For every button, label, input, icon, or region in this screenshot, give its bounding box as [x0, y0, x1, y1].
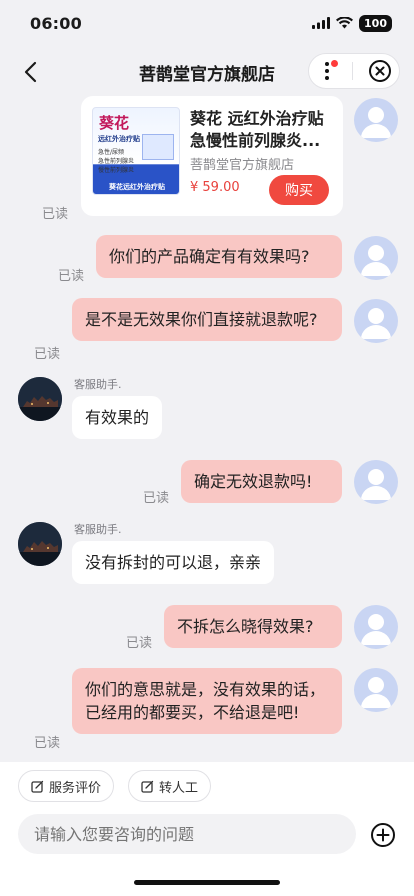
agent-avatar[interactable]	[18, 377, 62, 421]
default-avatar-icon	[361, 245, 391, 276]
default-avatar-icon	[361, 677, 391, 708]
message-input[interactable]	[18, 814, 356, 854]
product-image[interactable]: 葵花 远红外治疗贴 急性/尿频 急性前列腺炎 慢性前列腺炎 葵花远红外治疗贴	[92, 107, 180, 195]
read-receipt: 已读	[58, 269, 85, 284]
message-bubble[interactable]: 你们的产品确定有有效果吗?	[96, 235, 342, 278]
product-card[interactable]: 葵花 远红外治疗贴 急性/尿频 急性前列腺炎 慢性前列腺炎 葵花远红外治疗贴 葵…	[81, 96, 343, 216]
product-title-line1: 葵花 远红外治疗贴	[190, 109, 324, 128]
agent-avatar-image	[18, 377, 62, 421]
user-avatar[interactable]	[354, 236, 398, 280]
default-avatar-icon	[361, 308, 391, 339]
read-receipt: 已读	[34, 347, 61, 362]
message-bubble[interactable]: 是不是无效果你们直接就退款呢?	[72, 298, 342, 341]
product-title-line2: 急慢性前列腺炎...	[190, 131, 321, 150]
agent-name: 客服助手.	[74, 378, 122, 391]
default-avatar-icon	[361, 107, 391, 138]
product-shop-name: 菩鹊堂官方旗舰店	[190, 158, 295, 173]
message-bubble[interactable]: 你们的意思就是，没有效果的话，已经用的都要买，不给退是吧!	[72, 668, 342, 734]
status-icons: 100	[312, 14, 392, 32]
user-avatar[interactable]	[354, 668, 398, 712]
product-image-points: 急性/尿频 急性前列腺炎 慢性前列腺炎	[98, 148, 134, 175]
message-bubble[interactable]: 确定无效退款吗!	[181, 460, 342, 503]
product-image-brand: 葵花	[99, 114, 130, 132]
read-receipt: 已读	[143, 491, 170, 506]
default-avatar-icon	[361, 469, 391, 500]
close-icon[interactable]	[368, 59, 392, 83]
product-image-subtitle: 远红外治疗贴	[98, 135, 140, 143]
battery-indicator: 100	[359, 14, 392, 32]
product-box-graphic	[142, 134, 174, 160]
plus-icon[interactable]	[370, 822, 396, 848]
edit-icon	[31, 780, 44, 793]
agent-avatar[interactable]	[18, 522, 62, 566]
read-receipt: 已读	[126, 636, 153, 651]
back-icon[interactable]	[20, 60, 44, 84]
user-avatar[interactable]	[354, 460, 398, 504]
capsule-divider	[352, 62, 354, 80]
user-avatar[interactable]	[354, 98, 398, 142]
signal-icon	[312, 17, 331, 29]
agent-avatar-image	[18, 522, 62, 566]
product-title: 葵花 远红外治疗贴 急慢性前列腺炎...	[190, 108, 332, 152]
message-bubble[interactable]: 有效果的	[72, 396, 163, 439]
mini-program-capsule	[308, 53, 400, 89]
page-title: 菩鹊堂官方旗舰店	[139, 64, 275, 85]
transfer-human-label: 转人工	[159, 780, 199, 796]
product-image-point: 慢性前列腺炎	[98, 167, 135, 174]
service-rating-label: 服务评价	[49, 780, 102, 796]
buy-button[interactable]: 购买	[269, 175, 329, 205]
status-bar: 06:00 100	[0, 0, 414, 46]
transfer-human-button[interactable]: 转人工	[128, 770, 212, 802]
message-bubble[interactable]: 没有拆封的可以退，亲亲	[72, 541, 275, 584]
default-avatar-icon	[361, 614, 391, 645]
more-button[interactable]	[316, 60, 339, 82]
product-image-point: 急性/尿频	[98, 149, 125, 156]
edit-icon	[141, 780, 154, 793]
service-rating-button[interactable]: 服务评价	[18, 770, 115, 802]
status-time: 06:00	[30, 13, 82, 33]
read-receipt: 已读	[34, 736, 61, 751]
nav-bar: 菩鹊堂官方旗舰店	[0, 46, 414, 98]
agent-name: 客服助手.	[74, 523, 122, 536]
user-avatar[interactable]	[354, 299, 398, 343]
read-receipt: 已读	[42, 207, 69, 222]
message-bubble[interactable]: 不拆怎么晓得效果?	[164, 605, 342, 648]
wifi-icon	[336, 17, 354, 29]
product-image-band: 葵花远红外治疗贴	[109, 183, 165, 191]
product-image-point: 急性前列腺炎	[98, 158, 135, 165]
product-price: ¥ 59.00	[190, 180, 240, 195]
home-indicator	[134, 880, 280, 885]
user-avatar[interactable]	[354, 605, 398, 649]
